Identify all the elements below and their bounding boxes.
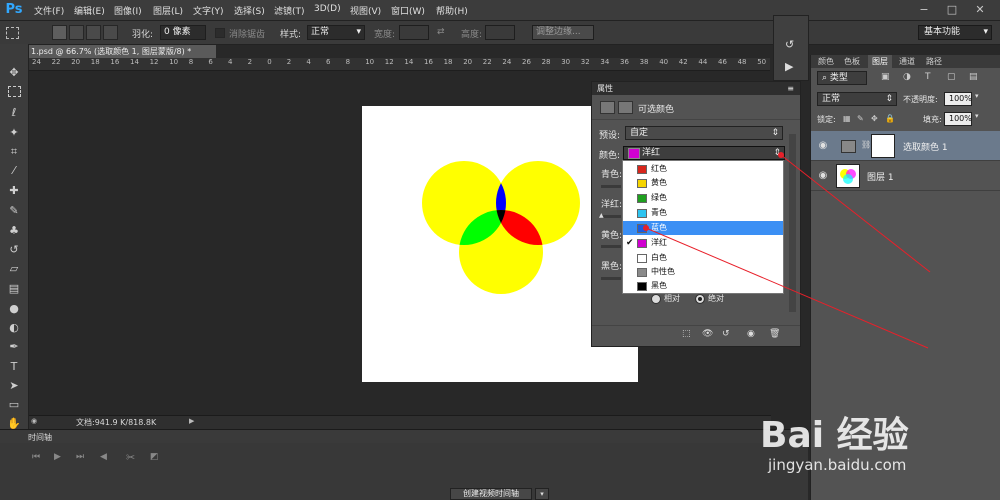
annotation-arrow [645,227,929,349]
annotation-arrow [780,154,931,273]
annotation-dot [643,225,649,231]
baidu-logo: Bai 经验 [760,415,909,456]
baidu-url: jingyan.baidu.com [768,456,907,474]
annotation-dot [778,152,784,158]
baidu-watermark: Bai 经验 jingyan.baidu.com [760,396,990,486]
